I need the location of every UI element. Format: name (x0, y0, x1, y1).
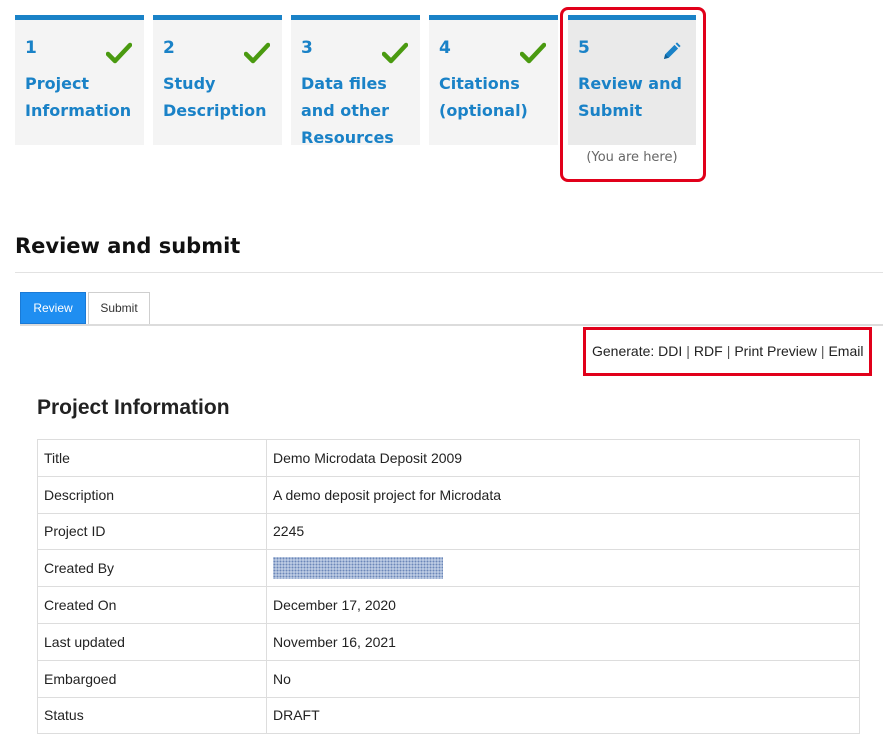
step-review-and-submit[interactable]: 5 Review and Submit (568, 15, 696, 145)
tab-submit[interactable]: Submit (88, 292, 150, 324)
step-label: Study Description (163, 74, 267, 120)
row-value: November 16, 2021 (266, 622, 860, 661)
table-row: Last updated November 16, 2021 (37, 622, 860, 661)
step-citations[interactable]: 4 Citations (optional) (429, 15, 558, 145)
wizard-steps: 1 Project Information 2 Study Descriptio… (15, 7, 715, 185)
check-icon (382, 42, 408, 64)
tab-review[interactable]: Review (20, 292, 86, 324)
table-row: Embargoed No (37, 659, 860, 698)
step-label: Data files and other Resources (301, 74, 394, 147)
check-icon (106, 42, 132, 64)
row-value (266, 549, 860, 588)
print-preview-link[interactable]: Print Preview (734, 343, 816, 359)
table-row: Title Demo Microdata Deposit 2009 (37, 439, 860, 477)
generate-links: Generate: DDI | RDF | Print Preview | Email (592, 343, 864, 359)
table-row: Created On December 17, 2020 (37, 586, 860, 624)
step-label: Review and Submit (578, 74, 682, 120)
table-row: Description A demo deposit project for M… (37, 475, 860, 514)
row-key: Project ID (37, 512, 267, 551)
row-value: DRAFT (266, 696, 860, 735)
row-key: Last updated (37, 622, 267, 661)
row-key: Description (37, 475, 267, 514)
page-title: Review and submit (15, 234, 241, 258)
row-value: 2245 (266, 512, 860, 551)
row-key: Title (37, 439, 267, 477)
step-number: 4 (439, 38, 451, 58)
project-information-heading: Project Information (37, 396, 230, 419)
step-number: 5 (578, 38, 590, 58)
row-value: A demo deposit project for Microdata (266, 475, 860, 514)
redacted-value (273, 557, 443, 580)
step-data-files[interactable]: 3 Data files and other Resources (291, 15, 420, 147)
step-number: 3 (301, 38, 313, 58)
project-information-table: Title Demo Microdata Deposit 2009 Descri… (37, 439, 860, 735)
step-project-information[interactable]: 1 Project Information (15, 15, 144, 145)
check-icon (520, 42, 546, 64)
email-link[interactable]: Email (828, 343, 863, 359)
review-tabs: Review Submit (20, 292, 883, 326)
step-number: 1 (25, 38, 37, 58)
step-label: Project Information (25, 74, 132, 120)
section-divider (15, 272, 883, 273)
row-value: No (266, 659, 860, 698)
you-are-here-text: (You are here) (586, 150, 678, 165)
step-label: Citations (optional) (439, 74, 528, 120)
row-key: Embargoed (37, 659, 267, 698)
generate-label: Generate: (592, 343, 655, 359)
step-number: 2 (163, 38, 175, 58)
check-icon (244, 42, 270, 64)
step-study-description[interactable]: 2 Study Description (153, 15, 282, 145)
row-value: Demo Microdata Deposit 2009 (266, 439, 860, 477)
row-key: Created By (37, 549, 267, 588)
table-row: Created By (37, 549, 860, 588)
pencil-icon (664, 42, 681, 59)
table-row: Project ID 2245 (37, 512, 860, 551)
generate-rdf-link[interactable]: RDF (694, 343, 723, 359)
row-key: Status (37, 696, 267, 735)
row-value: December 17, 2020 (266, 586, 860, 624)
generate-ddi-link[interactable]: DDI (658, 343, 682, 359)
table-row: Status DRAFT (37, 696, 860, 735)
row-key: Created On (37, 586, 267, 624)
